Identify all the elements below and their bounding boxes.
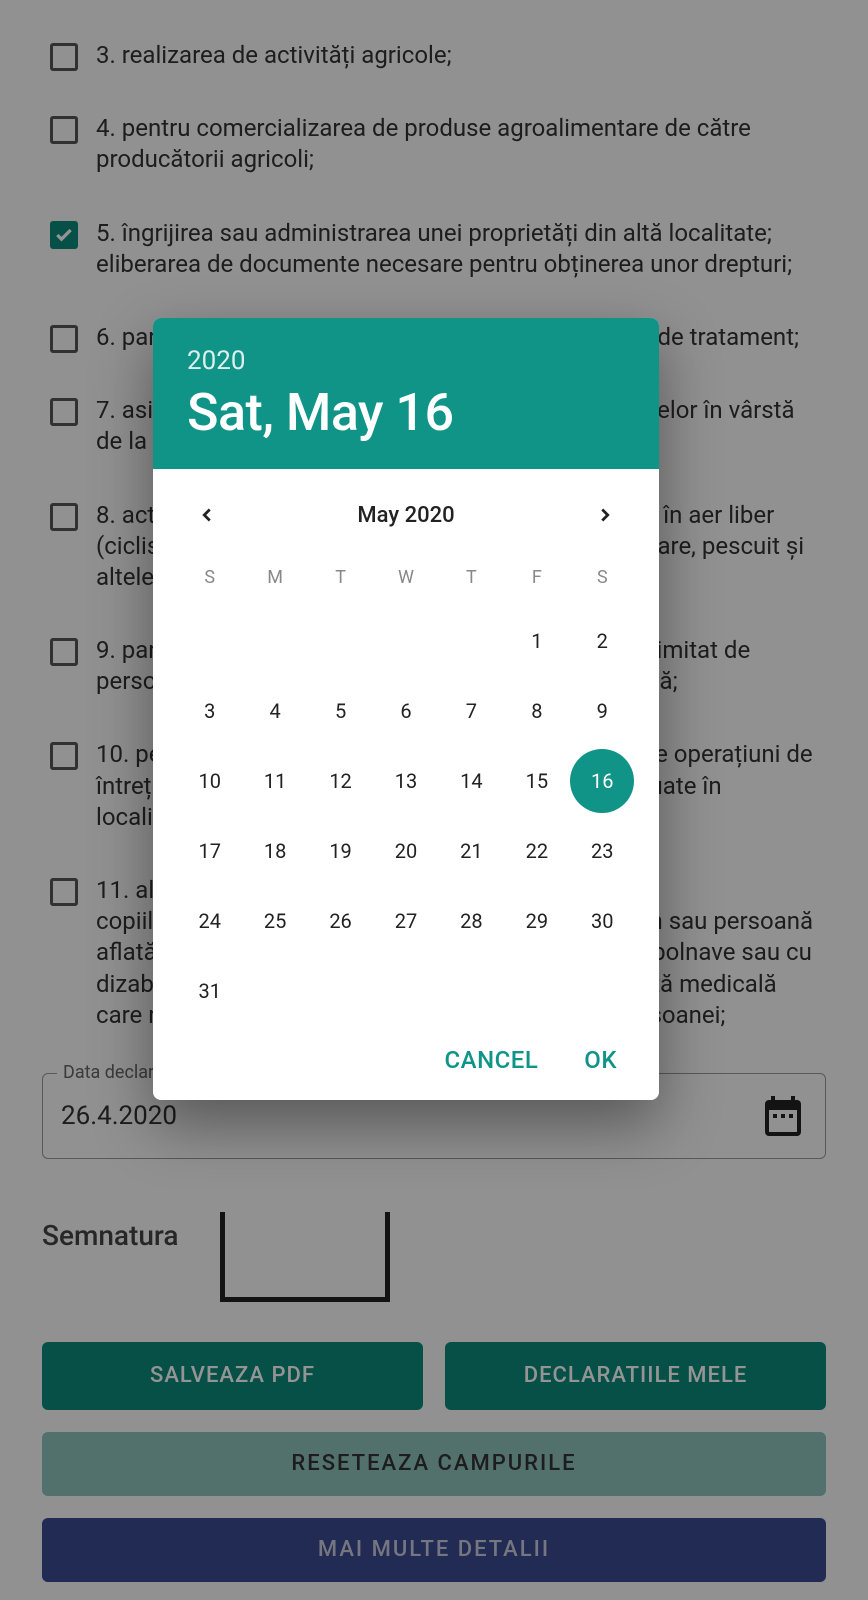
calendar-day[interactable]: 22 <box>504 828 569 874</box>
calendar-day[interactable]: 13 <box>373 758 438 804</box>
calendar-day[interactable]: 17 <box>177 828 242 874</box>
calendar-day[interactable]: 10 <box>177 758 242 804</box>
calendar-day[interactable]: 20 <box>373 828 438 874</box>
calendar-day[interactable]: 28 <box>439 898 504 944</box>
calendar-day[interactable]: 18 <box>242 828 307 874</box>
day-of-week-header: W <box>373 553 438 594</box>
cancel-button[interactable]: CANCEL <box>445 1046 539 1074</box>
calendar-day[interactable]: 3 <box>177 688 242 734</box>
prev-month-button[interactable] <box>189 497 225 533</box>
calendar-empty-cell <box>177 618 242 664</box>
calendar-empty-cell <box>308 618 373 664</box>
modal-scrim[interactable]: 2020 Sat, May 16 May 2020 SMTWTFS1234567… <box>0 0 868 1600</box>
calendar-day[interactable]: 5 <box>308 688 373 734</box>
calendar-day[interactable]: 11 <box>242 758 307 804</box>
next-month-button[interactable] <box>587 497 623 533</box>
calendar-day[interactable]: 7 <box>439 688 504 734</box>
calendar-day[interactable]: 16 <box>570 758 635 804</box>
calendar-day[interactable]: 19 <box>308 828 373 874</box>
calendar-day[interactable]: 21 <box>439 828 504 874</box>
calendar-day[interactable]: 8 <box>504 688 569 734</box>
day-of-week-header: T <box>439 553 504 594</box>
date-picker-month-label[interactable]: May 2020 <box>357 503 454 528</box>
calendar-empty-cell <box>439 618 504 664</box>
day-of-week-header: F <box>504 553 569 594</box>
calendar-day[interactable]: 24 <box>177 898 242 944</box>
day-of-week-header: M <box>242 553 307 594</box>
calendar-day[interactable]: 15 <box>504 758 569 804</box>
calendar-day[interactable]: 29 <box>504 898 569 944</box>
calendar-day[interactable]: 6 <box>373 688 438 734</box>
calendar-day[interactable]: 31 <box>177 968 242 1014</box>
day-of-week-header: T <box>308 553 373 594</box>
ok-button[interactable]: OK <box>584 1046 617 1074</box>
calendar-day[interactable]: 1 <box>504 618 569 664</box>
calendar-day[interactable]: 9 <box>570 688 635 734</box>
date-picker-selected-date[interactable]: Sat, May 16 <box>187 382 625 443</box>
calendar-empty-cell <box>373 618 438 664</box>
calendar-day[interactable]: 30 <box>570 898 635 944</box>
calendar-day[interactable]: 27 <box>373 898 438 944</box>
calendar-day[interactable]: 26 <box>308 898 373 944</box>
calendar-day[interactable]: 2 <box>570 618 635 664</box>
day-of-week-header: S <box>570 553 635 594</box>
calendar-day[interactable]: 23 <box>570 828 635 874</box>
calendar-empty-cell <box>242 618 307 664</box>
date-picker-header: 2020 Sat, May 16 <box>153 318 659 469</box>
calendar-day[interactable]: 25 <box>242 898 307 944</box>
calendar-day[interactable]: 4 <box>242 688 307 734</box>
date-picker-year[interactable]: 2020 <box>187 346 625 376</box>
calendar-day[interactable]: 14 <box>439 758 504 804</box>
date-picker-dialog: 2020 Sat, May 16 May 2020 SMTWTFS1234567… <box>153 318 659 1100</box>
day-of-week-header: S <box>177 553 242 594</box>
calendar-day[interactable]: 12 <box>308 758 373 804</box>
